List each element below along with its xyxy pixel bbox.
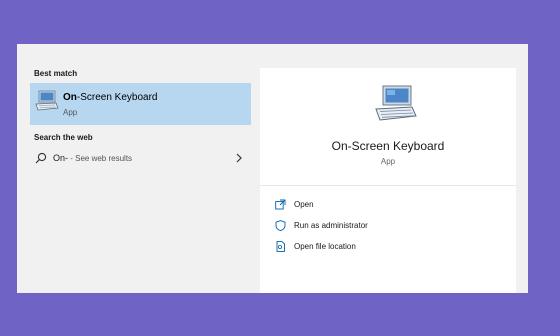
search-results-panel: Best match On-Screen Keyboard App Search… — [17, 44, 528, 293]
on-screen-keyboard-large-icon — [375, 85, 417, 121]
best-match-item[interactable]: On-Screen Keyboard App — [30, 83, 251, 125]
open-file-location-label: Open file location — [294, 242, 356, 251]
best-match-title: On-Screen Keyboard — [63, 92, 158, 103]
open-label: Open — [294, 200, 314, 209]
open-file-location-action[interactable]: Open file location — [275, 240, 505, 256]
run-as-administrator-label: Run as administrator — [294, 221, 368, 230]
web-search-suffix: - See web results — [68, 154, 133, 163]
open-icon — [275, 199, 286, 210]
best-match-subtitle: App — [63, 108, 78, 117]
search-web-heading: Search the web — [34, 133, 93, 142]
app-type: App — [380, 157, 396, 166]
chevron-right-icon[interactable] — [235, 152, 243, 164]
detail-pane: On-Screen Keyboard App Open Run as admin… — [260, 68, 516, 293]
web-search-query: On- — [53, 153, 69, 163]
app-title: On-Screen Keyboard — [331, 139, 445, 153]
search-icon — [35, 152, 47, 164]
file-location-icon — [276, 241, 285, 252]
web-search-text: On- - See web results — [53, 153, 132, 163]
on-screen-keyboard-icon — [35, 90, 59, 111]
shield-icon — [275, 220, 286, 231]
divider — [260, 185, 516, 186]
best-match-heading: Best match — [34, 69, 78, 78]
web-search-item[interactable]: On- - See web results — [30, 148, 251, 170]
run-as-administrator-action[interactable]: Run as administrator — [275, 219, 505, 235]
open-action[interactable]: Open — [275, 198, 505, 214]
results-list: Best match On-Screen Keyboard App Search… — [17, 44, 253, 293]
